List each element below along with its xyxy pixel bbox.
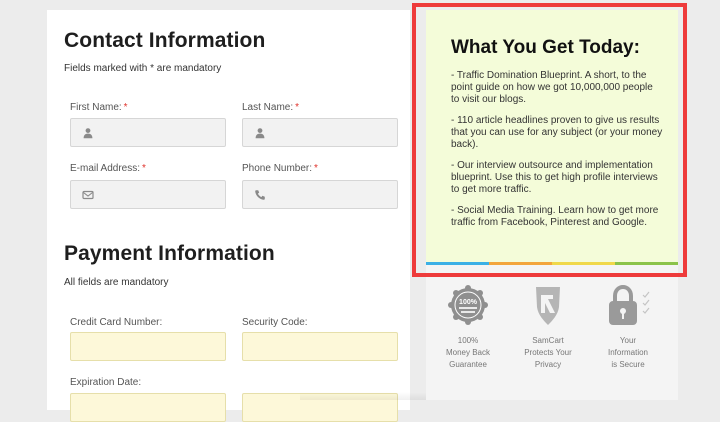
privacy-badge: SamCart Protects Your Privacy [508,285,588,371]
money-back-text: 100% Money Back Guarantee [445,336,491,369]
user-icon [255,128,265,139]
payment-mandatory-note: All fields are mandatory [64,277,169,288]
user-icon [83,128,93,139]
required-asterisk: * [295,102,300,113]
email-input[interactable] [70,180,226,209]
seal-text: 100% [459,299,478,306]
required-asterisk: * [142,163,146,174]
security-code-label: Security Code: [242,317,308,328]
last-name-input[interactable] [242,118,398,147]
phone-label: Phone Number: * [242,163,318,174]
privacy-text: SamCart Protects Your Privacy [524,336,572,369]
card-number-label: Credit Card Number: [70,317,163,328]
expiration-date-label: Expiration Date: [70,377,142,388]
phone-label-text: Phone Number: [242,163,313,174]
highlight-frame [412,3,687,277]
payment-section-title: Payment Information [64,242,275,265]
security-code-input[interactable] [242,332,398,361]
expiration-month-select[interactable] [70,393,226,422]
envelope-icon [82,190,94,200]
secure-badge: Your Information is Secure [588,285,668,371]
email-label-text: E-mail Address: [70,163,141,174]
first-name-label-text: First Name: [70,102,122,113]
contact-section-title: Contact Information [64,29,266,52]
last-name-label: Last Name: * [242,102,299,113]
card-number-input[interactable] [70,332,226,361]
padlock-icon [609,285,650,325]
money-back-badge: 100% 100% Money Back Guarantee [428,285,508,371]
secure-text: Your Information is Secure [607,336,649,369]
phone-icon [255,190,265,200]
contact-mandatory-note: Fields marked with * are mandatory [64,63,222,74]
required-asterisk: * [123,102,128,113]
shield-icon [536,287,560,325]
money-back-seal-icon: 100% [448,285,488,325]
email-label: E-mail Address: * [70,163,146,174]
required-asterisk: * [314,163,318,174]
first-name-label: First Name: * [70,102,128,113]
phone-input[interactable] [242,180,398,209]
first-name-input[interactable] [70,118,226,147]
last-name-label-text: Last Name: [242,102,294,113]
